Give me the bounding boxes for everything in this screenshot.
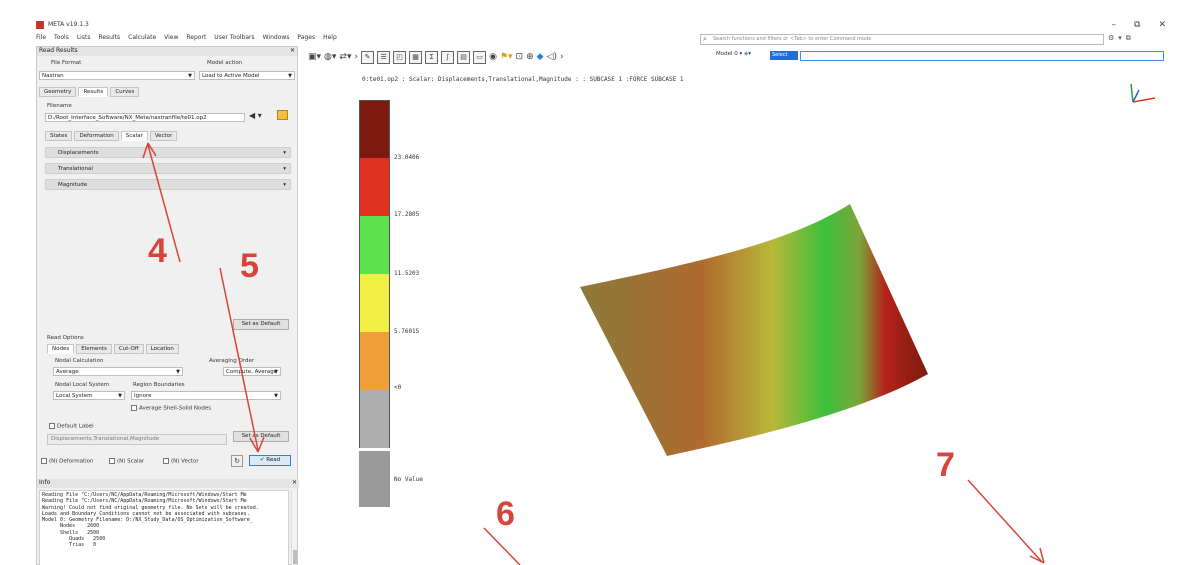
callout-5: 5	[240, 247, 259, 285]
axis-triad-icon	[1130, 83, 1156, 103]
surface-shell[interactable]	[580, 204, 928, 456]
callout-7: 7	[936, 446, 955, 484]
callout-4: 4	[148, 232, 167, 270]
callout-6: 6	[496, 495, 515, 533]
deformed-surface-plot[interactable]	[0, 0, 1200, 565]
